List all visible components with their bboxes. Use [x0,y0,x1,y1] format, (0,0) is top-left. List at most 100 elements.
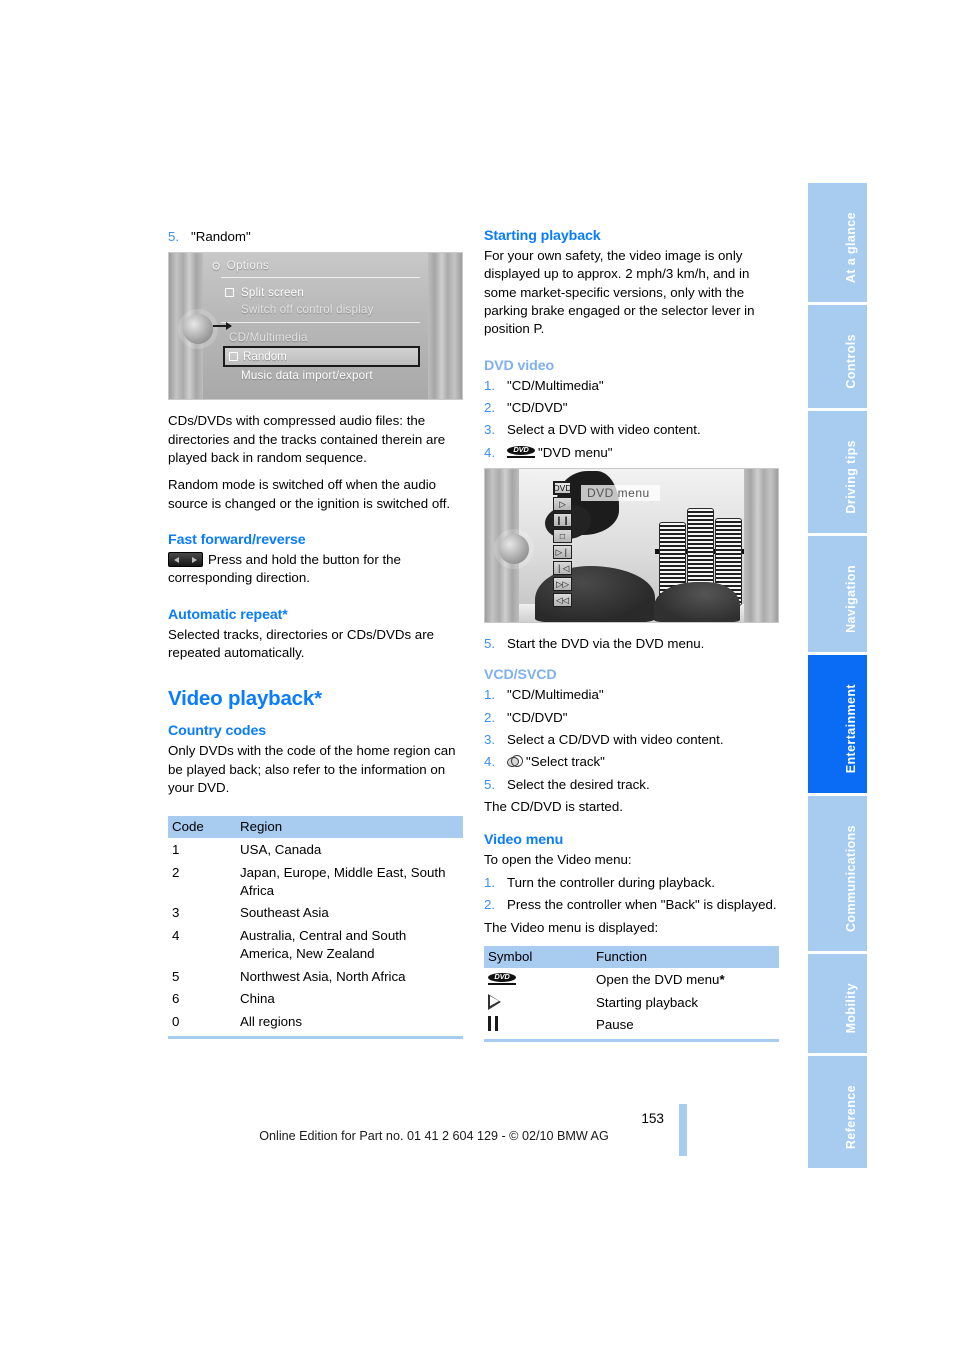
pause-icon[interactable]: ❙❙ [553,513,572,528]
cell-code: 4 [172,928,180,944]
list-item: 2. "CD/DVD" [484,709,779,727]
dvd-menu-icon[interactable]: DVD [553,481,572,496]
sidebar-tab-entertainment[interactable]: Entertainment [808,655,867,796]
dvd-logo-icon: DVD [488,972,516,986]
idrive-options-screenshot: ⚙ Options Split screen Switch off contro… [168,252,463,401]
left-arrow-icon [174,557,179,564]
video-control-bar: DVD ▷ ❙❙ □ ▷❘ ❘◁ ▷▷ ◁◁ [553,481,572,608]
options-item-music-data[interactable]: Music data import/export [211,367,420,384]
cell-region: All regions [236,1009,463,1039]
dvd-menu-tooltip: DVD menu [581,485,660,502]
table-row: Pause [484,1013,779,1042]
table-row: Starting playback [484,991,779,1014]
heading-automatic-repeat: Automatic repeat* [168,606,288,623]
step-text: Select a CD/DVD with video content. [507,732,724,748]
sidebar-tab-controls[interactable]: Controls [808,305,867,412]
step-number: 1. [484,874,496,890]
left-column: 5. "Random" ⚙ Options Split screen Switc… [168,228,463,1039]
table-header-row: Code Region [168,816,463,839]
sidebar-tab-communications[interactable]: Communications [808,795,867,954]
bush [654,582,740,623]
divider [221,322,420,324]
rewind-icon[interactable]: ◁◁ [553,593,572,608]
step-number: 3. [484,422,496,438]
cell-code: 2 [172,865,180,881]
video-menu-closing: The Video menu is displayed: [484,919,659,935]
dvd-video-display: ⚙ DVD menu DVD ▷ ❙❙ □ ▷❘ ❘◁ ▷▷ ◁◁ [519,469,744,623]
step-text: "CD/Multimedia" [507,377,604,393]
cell-code: 5 [172,968,180,984]
sidebar-tab-label: Driving tips [844,440,858,514]
play-icon [488,993,501,1010]
starting-playback-text: For your own safety, the video image is … [484,248,755,337]
step-text: Select a DVD with video content. [507,422,701,438]
video-source-icon: ⚙ [525,474,535,487]
step-number: 5. [484,776,496,792]
next-track-icon[interactable]: ▷❘ [553,545,572,560]
video-menu-intro: To open the Video menu: [484,851,632,867]
step-number: 2. [484,709,496,725]
options-item-split-screen[interactable]: Split screen [211,284,420,301]
divider [221,277,420,279]
column-header-code: Code [168,816,236,839]
options-item-random-selected[interactable]: Random [223,346,420,368]
step-text: Turn the controller during playback. [507,874,715,890]
cell-region: Northwest Asia, North Africa [240,968,406,984]
sidebar-tab-label: At a glance [844,212,858,284]
list-item: 3. Select a CD/DVD with video content. [484,731,779,749]
column-header-symbol: Symbol [484,945,592,968]
sidebar-tab-navigation[interactable]: Navigation [808,536,867,656]
cell-symbol [484,991,592,1014]
stop-icon[interactable]: □ [553,529,572,544]
cell-code: 1 [172,842,180,858]
sidebar-tab-label: Navigation [844,565,858,634]
cell-function: Pause [592,1013,779,1042]
idrive-bezel-right [428,253,462,400]
step-number: 3. [484,732,496,748]
column-header-function: Function [592,945,779,968]
previous-track-icon[interactable]: ❘◁ [553,561,572,576]
step-text: "CD/Multimedia" [507,687,604,703]
step-number: 2. [484,897,496,913]
sidebar-tab-driving-tips[interactable]: Driving tips [808,411,867,537]
gear-icon: ⚙ [211,261,222,274]
step-number: 2. [484,400,496,416]
chapter-tabs-sidebar: At a glance Controls Driving tips Naviga… [808,183,867,1169]
random-paragraph-2: Random mode is switched off when the aud… [168,477,451,511]
step-text: DVD "DVD menu" [507,444,779,462]
list-item: 4. "Select track" [484,753,779,771]
right-column: Starting playback For your own safety, t… [484,228,779,1042]
country-codes-table: Code Region 1 USA, Canada 2 Japan, Europ… [168,816,463,1039]
vcd-svcd-steps: 1. "CD/Multimedia" 2. "CD/DVD" 3. Select… [484,686,779,794]
fast-forward-icon[interactable]: ▷▷ [553,577,572,592]
dvd-logo-icon: DVD [507,445,535,459]
list-item: 1. Turn the controller during playback. [484,874,779,892]
heading-video-menu: Video menu [484,831,564,848]
checkbox-icon [229,352,238,362]
table-row: 5 Northwest Asia, North Africa [168,965,463,988]
table-row: 0 All regions [168,1009,463,1039]
cell-function: Open the DVD menu* [596,971,725,987]
country-codes-intro: Only DVDs with the code of the home regi… [168,743,456,796]
disc-icon [506,754,523,769]
sidebar-tab-reference[interactable]: Reference [808,1055,867,1169]
video-menu-symbol-table: Symbol Function DVD Open the DVD menu* S… [484,945,779,1042]
column-header-region: Region [236,816,463,839]
options-group-cd-multimedia: CD/Multimedia [229,331,308,345]
cell-code: 0 [168,1009,236,1039]
options-item-switch-off-display[interactable]: Switch off control display [211,301,420,318]
automatic-repeat-text: Selected tracks, directories or CDs/DVDs… [168,626,435,661]
list-item: 1. "CD/Multimedia" [484,686,779,704]
play-icon[interactable]: ▷ [553,497,572,512]
right-arrow-icon [192,557,197,564]
sidebar-tab-mobility[interactable]: Mobility [808,954,867,1056]
sidebar-tab-label: Controls [844,334,858,390]
sidebar-tab-label: Entertainment [844,684,858,774]
step-number: 1. [484,377,496,393]
list-item: 1. "CD/Multimedia" [484,377,779,395]
step-number: 5. [168,229,180,244]
table-row: 1 USA, Canada [168,838,463,861]
sidebar-tab-at-a-glance[interactable]: At a glance [808,183,867,306]
cell-symbol [484,1013,592,1042]
list-item: 5. Select the desired track. [484,776,779,794]
